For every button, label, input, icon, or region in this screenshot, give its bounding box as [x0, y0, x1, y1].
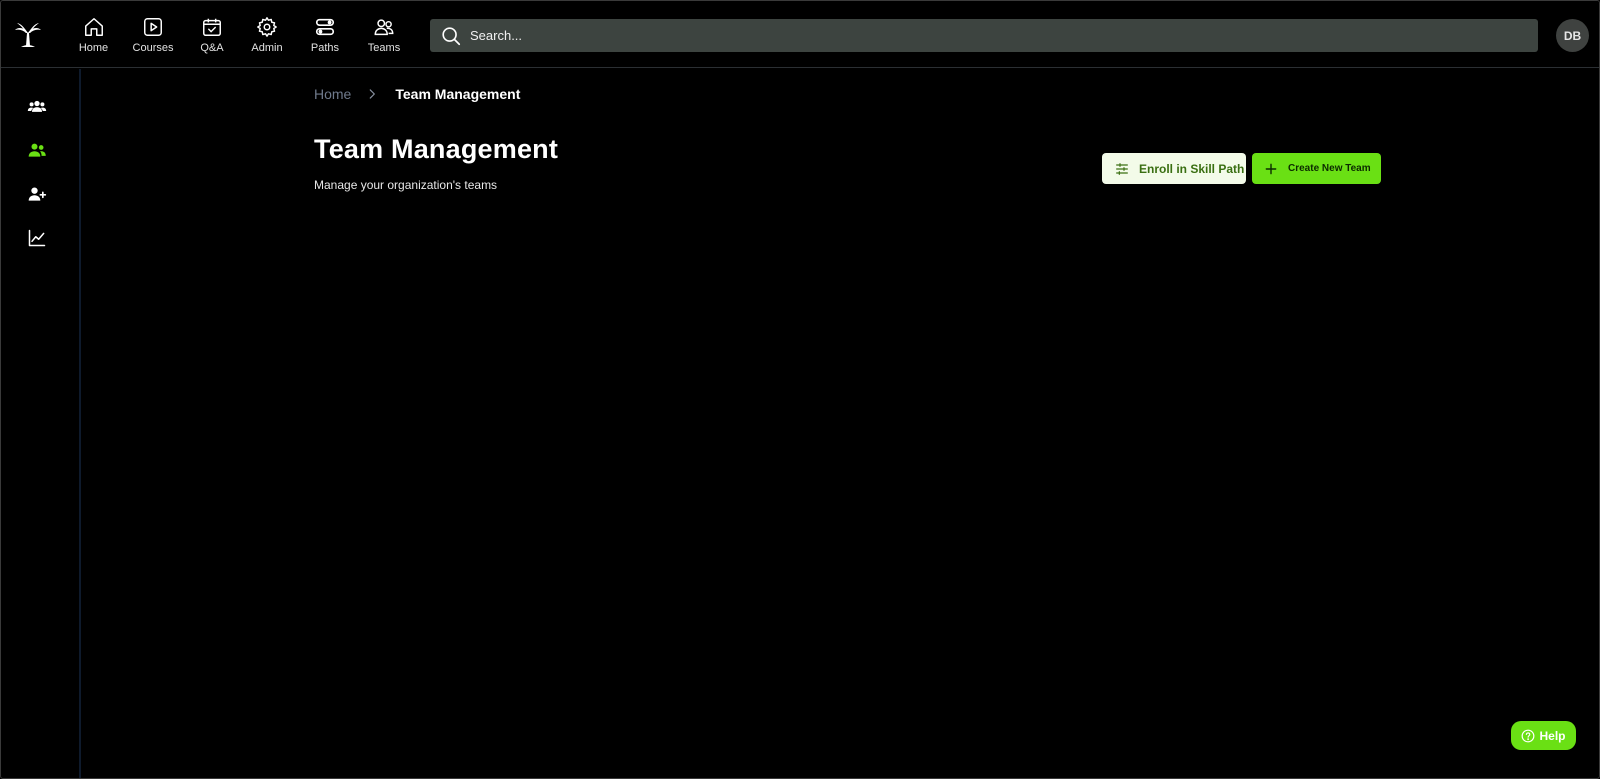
sliders-icon — [1116, 162, 1128, 175]
sidebar-item-add-member[interactable] — [27, 184, 47, 204]
app-window: Home Courses Q&A Admin Paths Teams Searc… — [0, 0, 1600, 779]
plus-icon — [1265, 163, 1277, 174]
team-group-icon — [27, 100, 47, 112]
nav-item-courses[interactable]: Courses — [121, 1, 185, 68]
page-subtitle: Manage your organization's teams — [314, 178, 498, 192]
sidebar — [1, 69, 81, 778]
nav-label: Q&A — [200, 41, 224, 54]
play-square-icon — [144, 17, 162, 36]
user-avatar[interactable]: DB — [1556, 19, 1589, 52]
sidebar-item-team-management[interactable] — [27, 140, 47, 160]
help-label: Help — [1539, 728, 1566, 743]
nav-item-admin[interactable]: Admin — [239, 1, 295, 68]
gear-icon — [257, 16, 277, 37]
breadcrumb-home-link[interactable]: Home — [314, 86, 351, 102]
page-title: Team Management — [314, 134, 559, 164]
top-navigation-bar: Home Courses Q&A Admin Paths Teams Searc… — [1, 1, 1599, 68]
users-icon — [374, 18, 394, 35]
nav-label: Teams — [367, 41, 401, 54]
search-input[interactable] — [470, 28, 1370, 43]
main-nav: Home Courses Q&A Admin Paths Teams — [63, 1, 413, 68]
nav-label: Admin — [251, 41, 283, 54]
home-icon — [84, 17, 103, 36]
breadcrumb-current: Team Management — [395, 86, 521, 102]
nav-item-home[interactable]: Home — [66, 1, 121, 68]
nav-label: Home — [78, 41, 109, 54]
search-icon — [442, 26, 461, 45]
enroll-skill-path-label: Enroll in Skill Path — [1139, 161, 1245, 176]
search-bar[interactable] — [430, 19, 1538, 52]
create-new-team-label: Create New Team — [1288, 163, 1371, 174]
sidebar-item-teams-overview[interactable] — [27, 96, 47, 116]
nav-label: Paths — [310, 41, 340, 54]
nav-item-teams[interactable]: Teams — [355, 1, 413, 68]
nav-item-qa[interactable]: Q&A — [185, 1, 239, 68]
breadcrumb: Home Team Management — [314, 86, 520, 102]
sidebar-item-analytics[interactable] — [27, 228, 47, 248]
calendar-check-icon — [203, 18, 221, 36]
nav-item-paths[interactable]: Paths — [295, 1, 355, 68]
chevron-right-icon — [370, 89, 376, 99]
help-button[interactable]: Help — [1511, 721, 1576, 750]
palm-tree-logo-icon[interactable] — [13, 19, 43, 49]
users-icon — [28, 143, 46, 157]
paths-icon — [315, 18, 335, 35]
question-circle-icon — [1522, 729, 1535, 742]
create-new-team-button[interactable]: Create New Team — [1252, 153, 1381, 184]
analytics-chart-icon — [28, 229, 46, 247]
user-plus-icon — [28, 187, 47, 201]
nav-label: Courses — [132, 41, 174, 54]
enroll-skill-path-button[interactable]: Enroll in Skill Path — [1102, 153, 1246, 184]
